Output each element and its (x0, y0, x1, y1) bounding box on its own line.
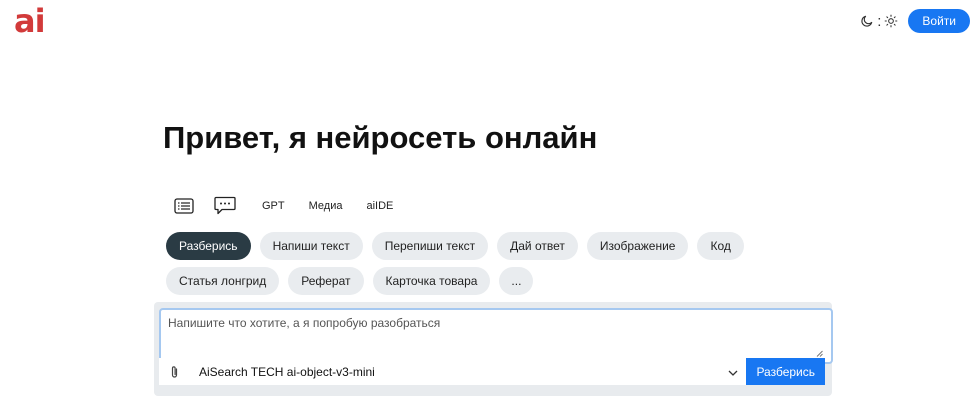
chip-napishi-tekst[interactable]: Напиши текст (259, 232, 363, 260)
prompt-input[interactable] (159, 308, 833, 364)
model-select[interactable]: AiSearch TECH ai-object-v3-mini (189, 358, 746, 385)
model-select-value: AiSearch TECH ai-object-v3-mini (199, 364, 375, 379)
chat-bubble-icon[interactable] (214, 196, 236, 215)
login-button[interactable]: Войти (908, 9, 970, 33)
theme-separator: : (877, 12, 882, 30)
tab-gpt[interactable]: GPT (262, 200, 285, 212)
chip-statya-longrid[interactable]: Статья лонгрид (166, 267, 280, 295)
chip-kartochka-tovara[interactable]: Карточка товара (372, 267, 491, 295)
paperclip-icon[interactable] (159, 365, 189, 379)
chip-kod[interactable]: Код (697, 232, 744, 260)
chevron-down-icon (728, 365, 738, 379)
submit-button[interactable]: Разберись (746, 358, 825, 385)
list-icon[interactable] (174, 197, 194, 214)
chip-more[interactable]: ... (499, 267, 534, 295)
chip-perepishi-tekst[interactable]: Перепиши текст (371, 232, 489, 260)
chip-razberis[interactable]: Разберись (166, 232, 251, 260)
chip-izobrazhenie[interactable]: Изображение (586, 232, 689, 260)
chip-day-otvet[interactable]: Дай ответ (497, 232, 578, 260)
composer-toolbar: AiSearch TECH ai-object-v3-mini Разберис… (159, 358, 825, 385)
page-title: Привет, я нейросеть онлайн (163, 120, 598, 155)
chip-referat[interactable]: Реферат (288, 267, 364, 295)
header-actions: : Войти (860, 9, 970, 33)
moon-icon (860, 14, 874, 28)
theme-toggle[interactable]: : (860, 13, 898, 30)
sun-icon (884, 14, 898, 28)
tab-aiide[interactable]: aiIDE (366, 200, 393, 212)
mode-switcher: GPT Медиа aiIDE (174, 196, 393, 215)
tab-media[interactable]: Медиа (309, 200, 343, 212)
site-logo[interactable]: ai (14, 2, 46, 40)
task-chips: Разберись Напиши текст Перепиши текст Да… (166, 232, 786, 295)
composer: AiSearch TECH ai-object-v3-mini Разберис… (154, 302, 833, 396)
